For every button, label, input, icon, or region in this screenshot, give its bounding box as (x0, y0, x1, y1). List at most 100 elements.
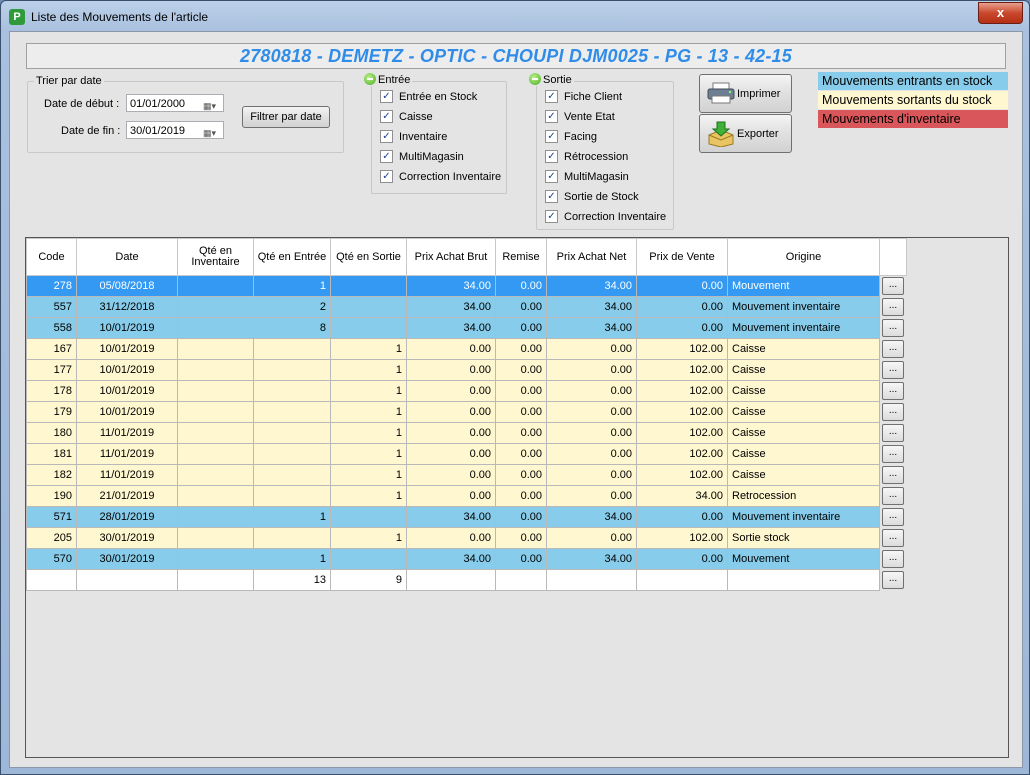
column-header[interactable]: Qté en Inventaire (177, 238, 254, 276)
column-header[interactable]: Qté en Entrée (253, 238, 331, 276)
sortie-group-label[interactable]: Sortie (527, 73, 574, 87)
table-cell: 1 (330, 380, 407, 402)
table-cell: 34.00 (406, 296, 496, 318)
row-details-button[interactable]: ... (882, 319, 904, 337)
column-header[interactable]: Origine (727, 238, 880, 276)
calendar-dropdown-icon[interactable]: ▦▾ (203, 124, 221, 138)
column-header[interactable]: Prix de Vente (636, 238, 728, 276)
collapse-icon[interactable] (529, 73, 541, 86)
table-row[interactable]: 177 10/01/2019 1 0.00 0.00 0.00 102.00 Caisse..… (26, 359, 906, 381)
table-cell: 0.00 (406, 464, 496, 486)
table-cell: 0.00 (546, 485, 637, 507)
start-date-field[interactable]: 01/01/2000 ▦▾ (126, 94, 224, 112)
table-cell: 31/12/2018 (76, 296, 178, 318)
table-cell (177, 464, 254, 486)
table-cell (177, 422, 254, 444)
entree-group-label[interactable]: Entrée (362, 73, 413, 87)
checkbox[interactable]: ✓ (545, 169, 558, 183)
table-row[interactable]: 182 11/01/2019 1 0.00 0.00 0.00 102.00 Caisse..… (26, 464, 906, 486)
sortie-checkbox-row[interactable]: ✓ Fiche Client (545, 89, 622, 104)
column-header[interactable]: Code (26, 238, 77, 276)
checkbox[interactable]: ✓ (380, 89, 393, 103)
row-details-button[interactable]: ... (882, 277, 904, 296)
row-details-button[interactable]: ... (882, 424, 904, 442)
row-details-button[interactable]: ... (882, 466, 904, 484)
table-cell: 180 (26, 422, 77, 444)
entree-checkbox-row[interactable]: ✓ MultiMagasin (380, 149, 464, 164)
end-date-label: Date de fin : (61, 125, 121, 137)
calendar-dropdown-icon[interactable]: ▦▾ (203, 97, 221, 111)
checkbox[interactable]: ✓ (545, 149, 558, 163)
row-details-button[interactable]: ... (882, 403, 904, 421)
row-details-button[interactable]: ... (882, 298, 904, 316)
entree-checkbox-row[interactable]: ✓ Correction Inventaire (380, 169, 501, 184)
movements-grid[interactable]: Code Date Qté en Inventaire Qté en Entrée Qt… (25, 237, 1009, 758)
row-action-cell: ... (879, 422, 906, 444)
row-details-button[interactable]: ... (882, 529, 904, 547)
checkbox[interactable]: ✓ (380, 129, 393, 143)
table-cell: Mouvement inventaire (727, 506, 880, 528)
checkbox[interactable]: ✓ (545, 209, 558, 223)
table-cell: 1 (330, 485, 407, 507)
table-row[interactable]: 558 10/01/2019 8 34.00 0.00 34.00 0.00 Mouvemen… (26, 317, 906, 339)
column-header[interactable]: Qté en Sortie (330, 238, 407, 276)
sortie-checkbox-row[interactable]: ✓ MultiMagasin (545, 169, 629, 184)
title-bar[interactable]: P Liste des Mouvements de l'article x (1, 1, 1029, 31)
article-header: 2780818 - DEMETZ - OPTIC - CHOUPI DJM002… (26, 43, 1006, 69)
sortie-checkbox-row[interactable]: ✓ Vente Etat (545, 109, 615, 124)
row-details-button[interactable]: ... (882, 445, 904, 463)
table-row[interactable]: 179 10/01/2019 1 0.00 0.00 0.00 102.00 Caisse..… (26, 401, 906, 423)
end-date-field[interactable]: 30/01/2019 ▦▾ (126, 121, 224, 139)
filter-by-date-button[interactable]: Filtrer par date (242, 106, 330, 128)
checkbox[interactable]: ✓ (545, 109, 558, 123)
start-date-value: 01/01/2000 (130, 98, 186, 110)
row-details-button[interactable]: ... (882, 361, 904, 379)
table-cell: 0.00 (406, 359, 496, 381)
table-row[interactable]: 570 30/01/2019 1 34.00 0.00 34.00 0.00 Mouvemen… (26, 548, 906, 570)
table-cell (253, 443, 331, 465)
table-row[interactable]: 190 21/01/2019 1 0.00 0.00 0.00 34.00 Retrocess… (26, 485, 906, 507)
checkbox[interactable]: ✓ (380, 149, 393, 163)
table-cell: 102.00 (636, 338, 728, 360)
table-row[interactable]: 571 28/01/2019 1 34.00 0.00 34.00 0.00 Mouvemen… (26, 506, 906, 528)
table-cell (177, 401, 254, 423)
table-row[interactable]: 180 11/01/2019 1 0.00 0.00 0.00 102.00 Caisse..… (26, 422, 906, 444)
table-row[interactable]: 181 11/01/2019 1 0.00 0.00 0.00 102.00 Caisse..… (26, 443, 906, 465)
row-details-button[interactable]: ... (882, 487, 904, 505)
table-cell (253, 464, 331, 486)
row-details-button[interactable]: ... (882, 550, 904, 568)
table-row[interactable]: 205 30/01/2019 1 0.00 0.00 0.00 102.00 Sortie s… (26, 527, 906, 549)
close-button[interactable]: x (978, 2, 1023, 24)
entree-group: Entrée ✓ Entrée en Stock ✓ Caisse ✓ Inventair… (362, 73, 507, 194)
entree-checkbox-row[interactable]: ✓ Entrée en Stock (380, 89, 477, 104)
sortie-checkbox-row[interactable]: ✓ Correction Inventaire (545, 209, 666, 224)
table-cell: 182 (26, 464, 77, 486)
checkbox[interactable]: ✓ (380, 109, 393, 123)
table-row[interactable]: 278 05/08/2018 1 34.00 0.00 34.00 0.00 Mouvemen… (26, 275, 906, 297)
collapse-icon[interactable] (364, 73, 376, 86)
entree-checkbox-row[interactable]: ✓ Caisse (380, 109, 433, 124)
column-header[interactable]: Prix Achat Net (546, 238, 637, 276)
table-row[interactable]: 557 31/12/2018 2 34.00 0.00 34.00 0.00 Mouvemen… (26, 296, 906, 318)
column-header[interactable]: Prix Achat Brut (406, 238, 496, 276)
table-cell: 0.00 (406, 338, 496, 360)
print-button[interactable]: Imprimer (699, 74, 792, 113)
table-row[interactable]: 13 9... (26, 569, 906, 591)
table-row[interactable]: 178 10/01/2019 1 0.00 0.00 0.00 102.00 Caisse..… (26, 380, 906, 402)
sortie-checkbox-row[interactable]: ✓ Rétrocession (545, 149, 628, 164)
checkbox[interactable]: ✓ (545, 89, 558, 103)
column-header[interactable]: Remise (495, 238, 547, 276)
row-details-button[interactable]: ... (882, 508, 904, 526)
entree-checkbox-row[interactable]: ✓ Inventaire (380, 129, 447, 144)
row-details-button[interactable]: ... (882, 382, 904, 400)
row-details-button[interactable]: ... (882, 340, 904, 358)
export-button[interactable]: Exporter (699, 114, 792, 153)
sortie-checkbox-row[interactable]: ✓ Facing (545, 129, 597, 144)
sortie-checkbox-row[interactable]: ✓ Sortie de Stock (545, 189, 639, 204)
row-details-button[interactable]: ... (882, 571, 904, 589)
table-row[interactable]: 167 10/01/2019 1 0.00 0.00 0.00 102.00 Caisse..… (26, 338, 906, 360)
checkbox[interactable]: ✓ (545, 129, 558, 143)
checkbox[interactable]: ✓ (380, 169, 393, 183)
checkbox[interactable]: ✓ (545, 189, 558, 203)
column-header[interactable]: Date (76, 238, 178, 276)
